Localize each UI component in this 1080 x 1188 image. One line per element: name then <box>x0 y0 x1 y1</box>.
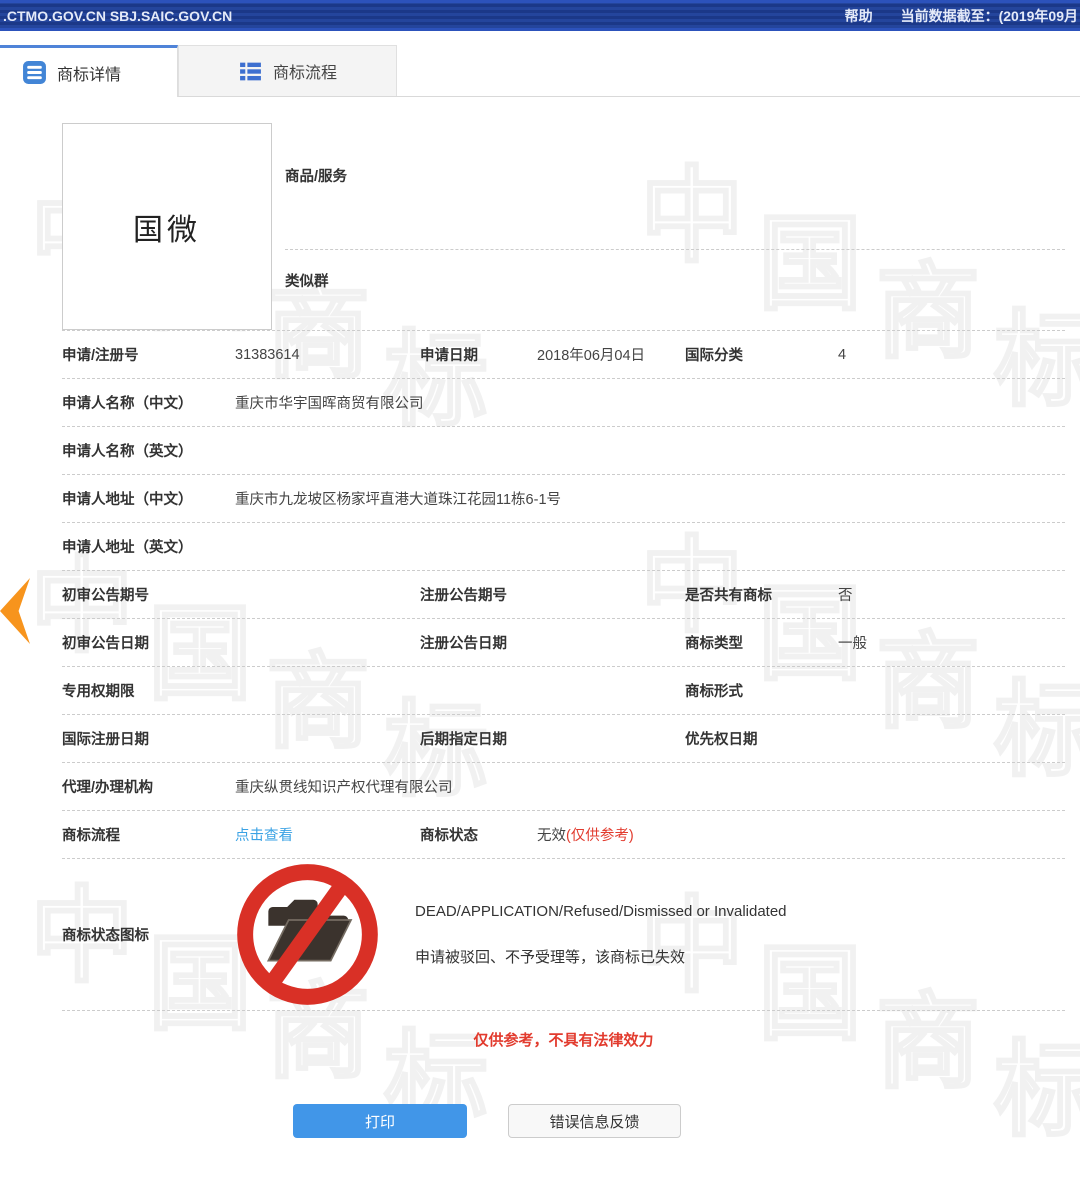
field-label: 商标状态 <box>420 824 537 845</box>
field-row: 国际注册日期 后期指定日期 优先权日期 <box>62 715 1065 763</box>
field-row: 初审公告期号 注册公告期号 是否共有商标否 <box>62 571 1065 619</box>
field-row: 初审公告日期 注册公告日期 商标类型一般 <box>62 619 1065 667</box>
fields: 申请/注册号31383614申请日期2018年06月04日国际分类4申请人名称（… <box>62 331 1065 859</box>
field-value: 重庆纵贯线知识产权代理有限公司 <box>235 776 1065 797</box>
similar-group-label: 类似群 <box>285 274 329 290</box>
field-value-note: (仅供参考) <box>566 828 634 844</box>
list-icon <box>238 59 263 84</box>
tab-bar: 商标详情 商标流程 <box>0 45 1080 97</box>
field-label: 申请人地址（英文） <box>62 536 235 557</box>
action-buttons: 打印 错误信息反馈 <box>62 1104 1065 1138</box>
field-row: 申请人名称（英文） <box>62 427 1065 475</box>
field-label: 注册公告日期 <box>420 632 537 653</box>
field-value: 31383614 <box>235 347 420 363</box>
field-label: 优先权日期 <box>685 728 838 749</box>
trademark-image: 国微 <box>62 123 272 330</box>
trademark-header: 国微 商品/服务 类似群 <box>62 123 1065 331</box>
field-value: 无效(仅供参考) <box>537 824 685 845</box>
field-label: 后期指定日期 <box>420 728 537 749</box>
field-value: 重庆市九龙坡区杨家坪直港大道珠江花园11栋6-1号 <box>235 488 1065 509</box>
field-row: 申请/注册号31383614申请日期2018年06月04日国际分类4 <box>62 331 1065 379</box>
trademark-detail-panel: 国微 商品/服务 类似群 申请/注册号31383614申请日期2018年06月0… <box>0 97 1080 1138</box>
field-label: 申请人名称（中文） <box>62 392 235 413</box>
topbar-site-links[interactable]: .CTMO.GOV.CN SBJ.SAIC.GOV.CN <box>3 8 232 24</box>
field-label: 商标流程 <box>62 824 235 845</box>
status-icon-row: 商标状态图标 DEAD/APPLICATION/Refused/Dismisse… <box>62 859 1065 1011</box>
field-label: 国际分类 <box>685 344 838 365</box>
goods-services-label: 商品/服务 <box>285 169 347 185</box>
field-label: 商标类型 <box>685 632 838 653</box>
field-row: 商标流程点击查看商标状态无效(仅供参考) <box>62 811 1065 859</box>
tab-trademark-flow[interactable]: 商标流程 <box>178 45 397 96</box>
field-label: 申请人地址（中文） <box>62 488 235 509</box>
field-label: 国际注册日期 <box>62 728 235 749</box>
field-value: 4 <box>838 347 1065 363</box>
field-label: 申请/注册号 <box>62 344 235 365</box>
field-value: 否 <box>838 584 1065 605</box>
field-value: 重庆市华宇国晖商贸有限公司 <box>235 392 1065 413</box>
document-icon <box>22 60 47 85</box>
status-icon-label: 商标状态图标 <box>62 924 235 945</box>
field-link[interactable]: 点击查看 <box>235 824 420 845</box>
field-row: 专用权期限 商标形式 <box>62 667 1065 715</box>
field-row: 申请人地址（英文） <box>62 523 1065 571</box>
field-label: 注册公告期号 <box>420 584 537 605</box>
field-label: 商标形式 <box>685 680 838 701</box>
field-label: 申请日期 <box>420 344 537 365</box>
field-value: 2018年06月04日 <box>537 344 685 365</box>
field-row: 代理/办理机构重庆纵贯线知识产权代理有限公司 <box>62 763 1065 811</box>
tab-trademark-detail[interactable]: 商标详情 <box>0 45 178 97</box>
tab-label: 商标流程 <box>273 59 337 83</box>
field-label: 初审公告日期 <box>62 632 235 653</box>
top-bar: .CTMO.GOV.CN SBJ.SAIC.GOV.CN 帮助 当前数据截至：(… <box>0 0 1080 31</box>
field-label: 申请人名称（英文） <box>62 440 235 461</box>
field-row: 申请人地址（中文）重庆市九龙坡区杨家坪直港大道珠江花园11栋6-1号 <box>62 475 1065 523</box>
tab-label: 商标详情 <box>57 61 121 85</box>
status-text-english: DEAD/APPLICATION/Refused/Dismissed or In… <box>415 903 787 920</box>
help-link[interactable]: 帮助 <box>845 6 873 26</box>
field-label: 代理/办理机构 <box>62 776 235 797</box>
print-button[interactable]: 打印 <box>293 1104 467 1138</box>
error-feedback-button[interactable]: 错误信息反馈 <box>508 1104 681 1138</box>
field-label: 初审公告期号 <box>62 584 235 605</box>
status-text-chinese: 申请被驳回、不予受理等，该商标已失效 <box>415 946 787 967</box>
dead-trademark-prohibited-folder-icon <box>235 862 380 1007</box>
field-label: 是否共有商标 <box>685 584 838 605</box>
field-row: 申请人名称（中文）重庆市华宇国晖商贸有限公司 <box>62 379 1065 427</box>
disclaimer-text: 仅供参考，不具有法律效力 <box>62 1029 1065 1050</box>
field-label: 专用权期限 <box>62 680 235 701</box>
field-value: 一般 <box>838 632 1065 653</box>
data-cutoff-text: 当前数据截至：(2019年09月 <box>901 6 1078 26</box>
